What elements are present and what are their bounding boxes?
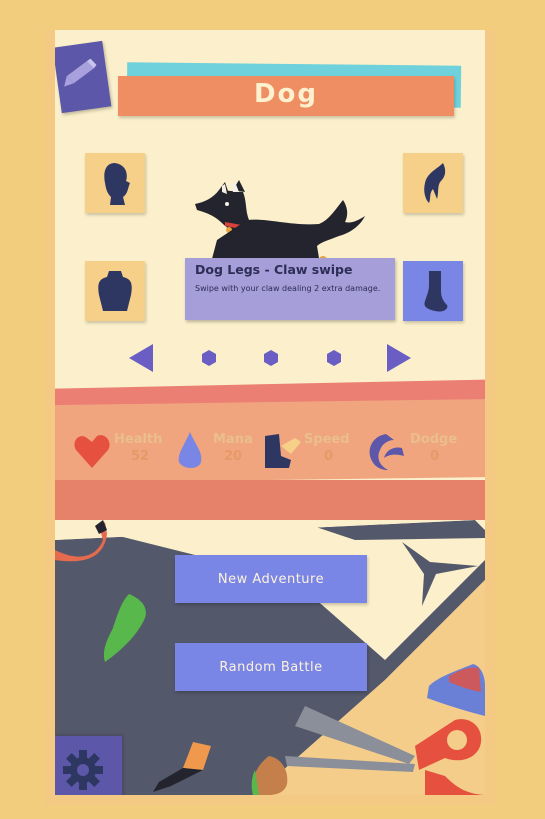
paper-plane-icon (402, 542, 478, 606)
winged-boot-icon (265, 434, 301, 468)
ability-title: Dog Legs - Claw swipe (195, 262, 353, 277)
page-dot[interactable] (200, 349, 218, 367)
speed-value: 0 (324, 449, 334, 464)
leg-silhouette-icon (424, 271, 448, 312)
legs-slot[interactable] (403, 261, 463, 321)
arm-slot[interactable] (403, 153, 463, 213)
green-leaf-icon (103, 594, 146, 662)
random-battle-button[interactable]: Random Battle (175, 643, 367, 691)
character-name: Dog (253, 79, 319, 109)
head-silhouette-icon (104, 163, 130, 205)
speed-label: Speed (304, 432, 350, 447)
ability-description: Swipe with your claw dealing 2 extra dam… (195, 284, 381, 293)
dodge-label: Dodge (410, 432, 458, 447)
settings-button[interactable] (55, 736, 122, 795)
health-value: 52 (131, 449, 150, 464)
stats-band-bottom (55, 480, 485, 520)
page-dot[interactable] (262, 349, 280, 367)
gear-icon (63, 750, 103, 790)
knife-icon (153, 742, 211, 792)
mana-value: 20 (224, 449, 243, 464)
next-arrow-button[interactable] (385, 342, 413, 374)
turtle-shell-icon (251, 756, 288, 795)
arm-silhouette-icon (424, 163, 446, 203)
mana-drop-icon (178, 432, 202, 468)
prev-arrow-button[interactable] (127, 342, 155, 374)
quill-icon (55, 520, 107, 562)
dodge-value: 0 (430, 449, 440, 464)
heart-icon (74, 435, 110, 468)
swirl-icon (369, 434, 404, 470)
new-adventure-button[interactable]: New Adventure (175, 555, 367, 603)
pencil-icon (64, 58, 97, 87)
mana-label: Mana (213, 432, 253, 447)
head-slot[interactable] (85, 153, 145, 213)
main-panel: Dog Dog Legs - Claw swipe Swipe with you… (55, 30, 485, 795)
ability-tooltip: Dog Legs - Claw swipe Swipe with your cl… (185, 258, 395, 320)
dog-character (195, 180, 365, 270)
torso-slot[interactable] (85, 261, 145, 321)
health-label: Health (114, 432, 163, 447)
edit-button[interactable] (55, 40, 112, 114)
torso-silhouette-icon (98, 271, 132, 311)
page-dot[interactable] (325, 349, 343, 367)
scissors-icon (285, 706, 485, 795)
